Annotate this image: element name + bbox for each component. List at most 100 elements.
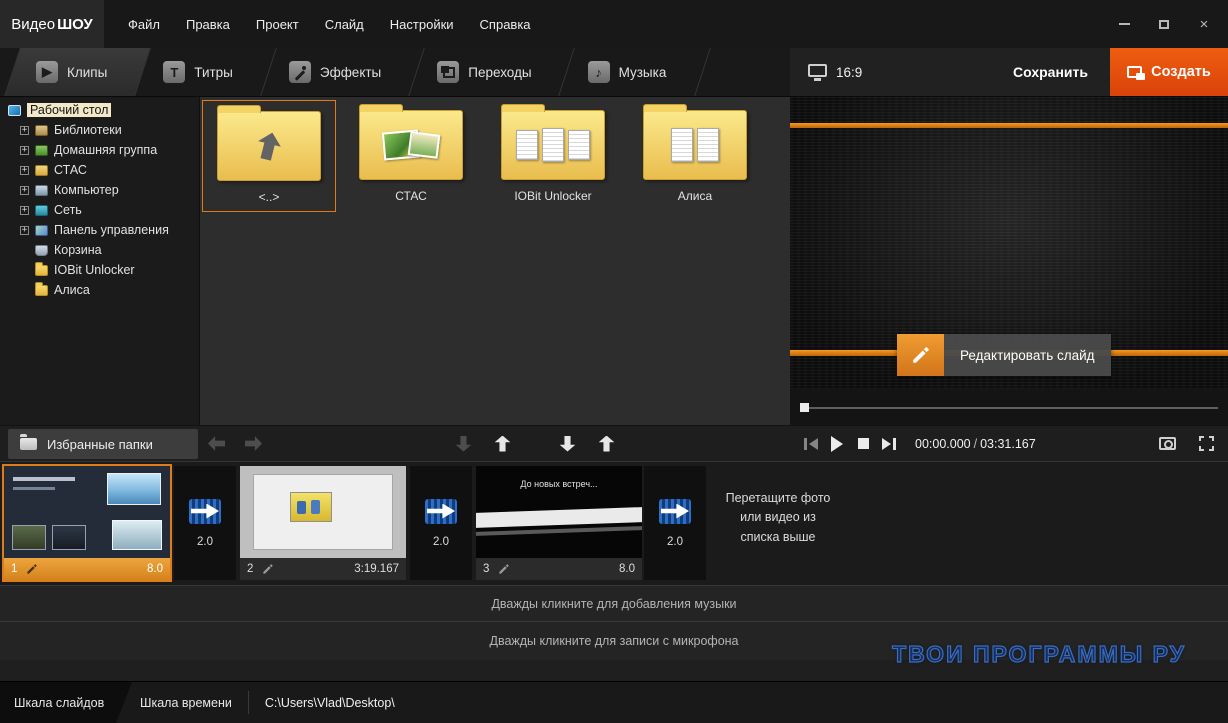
edit-slide-label: Редактировать слайд xyxy=(944,334,1111,376)
add-to-project-icon[interactable] xyxy=(494,435,511,452)
fullscreen-icon[interactable] xyxy=(1199,436,1214,451)
browser-item-iobit[interactable]: IOBit Unlocker xyxy=(486,100,620,212)
tab-slide-scale[interactable]: Шкала слайдов xyxy=(0,682,132,723)
expand-icon[interactable]: + xyxy=(20,205,29,215)
slide-duration: 8.0 xyxy=(619,563,635,575)
titles-letter-icon: T xyxy=(163,61,186,83)
browser-item-up-folder[interactable]: <..> xyxy=(202,100,336,212)
create-button[interactable]: Создать xyxy=(1110,48,1228,96)
back-icon[interactable] xyxy=(208,436,225,451)
forward-icon[interactable] xyxy=(245,436,262,451)
document-thumbnail xyxy=(516,130,538,160)
remove-all-icon[interactable] xyxy=(559,435,576,452)
browser-item-stas[interactable]: СТАС xyxy=(344,100,478,212)
snapshot-camera-icon[interactable] xyxy=(1159,437,1176,450)
tab-time-scale[interactable]: Шкала времени xyxy=(132,682,242,723)
tree-item-label: Корзина xyxy=(54,243,102,257)
menu-help[interactable]: Справка xyxy=(480,17,531,32)
menu-bar: Видео ШОУ Файл Правка Проект Слайд Настро… xyxy=(0,0,1228,48)
expand-icon[interactable]: + xyxy=(20,145,29,155)
tab-clips[interactable]: ▶ Клипы xyxy=(8,48,135,96)
preview-panel: Редактировать слайд xyxy=(790,97,1228,425)
transition-icon xyxy=(425,498,457,524)
expand-icon[interactable]: + xyxy=(20,125,29,135)
play-button[interactable] xyxy=(831,435,843,452)
main-area: Рабочий стол + Библиотеки + Домашняя гру… xyxy=(0,97,1228,425)
tree-item-control-panel[interactable]: + Панель управления xyxy=(0,220,199,240)
expand-icon[interactable]: + xyxy=(20,165,29,175)
document-thumbnail xyxy=(671,128,693,162)
close-button[interactable]: × xyxy=(1196,16,1212,33)
timeline-slide-1[interactable]: 1 8.0 xyxy=(2,464,172,582)
next-frame-button[interactable] xyxy=(882,437,896,450)
maximize-icon xyxy=(1159,19,1169,29)
menu-project[interactable]: Проект xyxy=(256,17,299,32)
menu-file[interactable]: Файл xyxy=(128,17,160,32)
tab-transitions[interactable]: Переходы xyxy=(409,48,559,96)
tree-item-recycle-bin[interactable]: Корзина xyxy=(0,240,199,260)
create-button-label: Создать xyxy=(1151,64,1211,80)
timecode: 00:00.000/03:31.167 xyxy=(915,437,1036,451)
tab-music[interactable]: ♪ Музыка xyxy=(560,48,695,96)
seek-track[interactable] xyxy=(800,407,1218,409)
stop-button[interactable] xyxy=(858,438,869,449)
create-slideshow-icon xyxy=(1127,66,1146,80)
tree-item-iobit[interactable]: IOBit Unlocker xyxy=(0,260,199,280)
seek-bar[interactable] xyxy=(800,402,1218,414)
tree-item-stas[interactable]: + СТАС xyxy=(0,160,199,180)
add-all-icon[interactable] xyxy=(598,435,615,452)
save-button[interactable]: Сохранить xyxy=(1013,64,1088,80)
pencil-icon xyxy=(897,334,944,376)
statusbar-divider xyxy=(247,691,249,714)
tab-titles[interactable]: T Титры xyxy=(135,48,261,96)
maximize-button[interactable] xyxy=(1156,16,1172,32)
time-total: 03:31.167 xyxy=(980,436,1036,451)
previous-frame-button[interactable] xyxy=(804,437,818,450)
slide-1-info-bar: 1 8.0 xyxy=(4,558,170,580)
app-logo: Видео ШОУ xyxy=(0,0,104,48)
homegroup-icon xyxy=(35,144,48,156)
tabs: ▶ Клипы T Титры Эффекты Переходы ♪ Музык… xyxy=(0,48,790,96)
tab-effects[interactable]: Эффекты xyxy=(261,48,409,96)
edit-pencil-icon[interactable] xyxy=(26,563,38,575)
document-thumbnail xyxy=(542,128,564,162)
transition-2[interactable]: 2.0 xyxy=(410,466,472,580)
user-folder-icon xyxy=(35,164,48,176)
timeline-slide-3[interactable]: До новых встреч... 3 8.0 xyxy=(476,466,642,580)
menu-settings[interactable]: Настройки xyxy=(390,17,454,32)
remove-from-project-icon[interactable] xyxy=(455,435,472,452)
window-controls: × xyxy=(1116,16,1212,33)
tree-item-label: IOBit Unlocker xyxy=(54,263,135,277)
photo-thumbnail xyxy=(407,131,441,159)
tree-item-desktop[interactable]: Рабочий стол xyxy=(0,100,199,120)
edit-pencil-icon[interactable] xyxy=(262,563,274,575)
aspect-ratio-value[interactable]: 16:9 xyxy=(836,65,862,80)
music-track-hint: Дважды кликните для добавления музыки xyxy=(491,596,737,611)
tree-item-computer[interactable]: + Компьютер xyxy=(0,180,199,200)
minimize-icon xyxy=(1118,23,1130,25)
browser-navigation xyxy=(208,426,262,461)
expand-icon[interactable]: + xyxy=(20,225,29,235)
timeline: 1 8.0 2.0 2 3:19.167 2.0 До новых встреч… xyxy=(0,461,1228,585)
expand-icon[interactable]: + xyxy=(20,185,29,195)
tree-item-label: Компьютер xyxy=(54,183,119,197)
tab-bar: ▶ Клипы T Титры Эффекты Переходы ♪ Музык… xyxy=(0,48,1228,97)
slide-3-info-bar: 3 8.0 xyxy=(476,558,642,580)
favorite-folders-button[interactable]: Избранные папки xyxy=(8,429,198,459)
tree-item-homegroup[interactable]: + Домашняя группа xyxy=(0,140,199,160)
transition-icon xyxy=(189,498,221,524)
menu-slide[interactable]: Слайд xyxy=(325,17,364,32)
menu-edit[interactable]: Правка xyxy=(186,17,230,32)
transition-3[interactable]: 2.0 xyxy=(644,466,706,580)
tree-item-libraries[interactable]: + Библиотеки xyxy=(0,120,199,140)
music-track[interactable]: Дважды кликните для добавления музыки xyxy=(0,585,1228,621)
edit-slide-button[interactable]: Редактировать слайд xyxy=(897,334,1111,376)
tree-item-network[interactable]: + Сеть xyxy=(0,200,199,220)
browser-item-alisa[interactable]: Алиса xyxy=(628,100,762,212)
transition-1[interactable]: 2.0 xyxy=(174,466,236,580)
tree-item-alisa[interactable]: Алиса xyxy=(0,280,199,300)
timeline-slide-2[interactable]: 2 3:19.167 xyxy=(240,466,406,580)
edit-pencil-icon[interactable] xyxy=(498,563,510,575)
minimize-button[interactable] xyxy=(1116,16,1132,32)
seek-handle[interactable] xyxy=(800,403,809,412)
